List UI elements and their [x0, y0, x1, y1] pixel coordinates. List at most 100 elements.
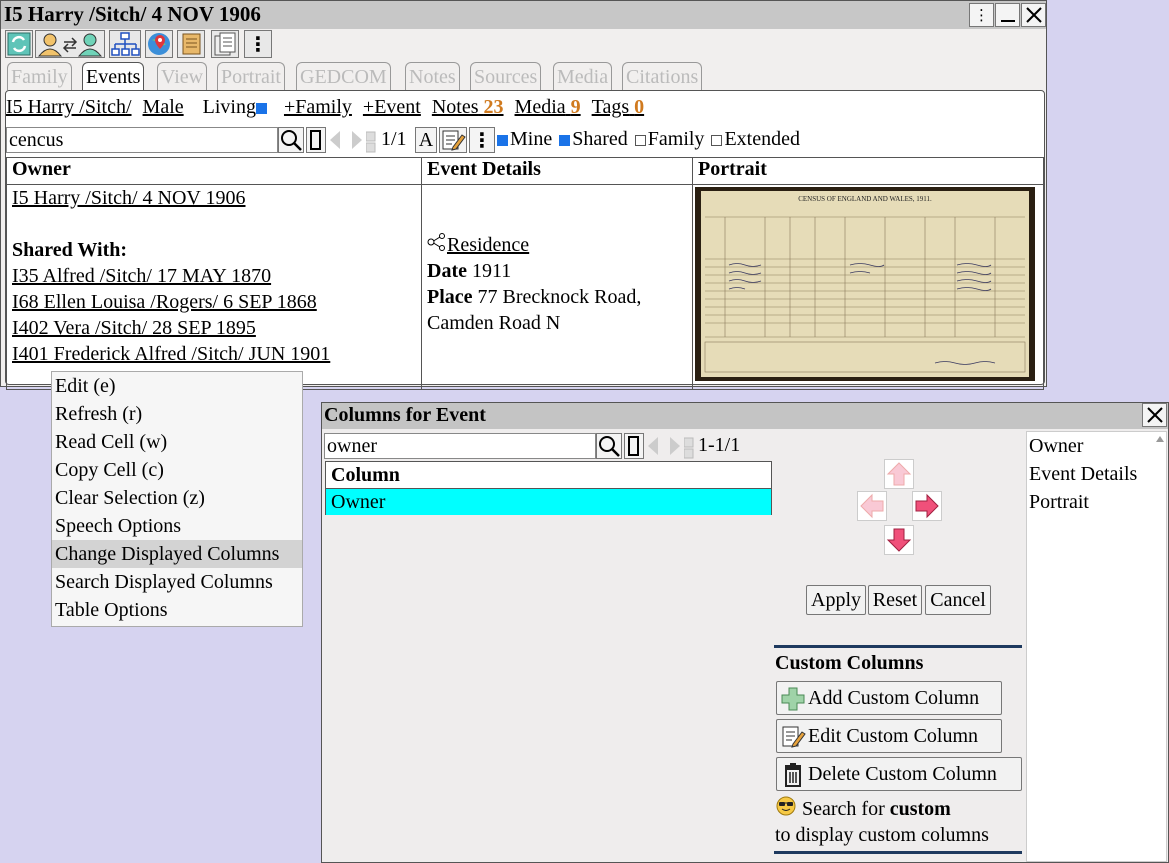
notes-link[interactable]: Notes 23 — [432, 96, 504, 118]
menu-item-search-displayed-columns[interactable]: Search Displayed Columns — [52, 568, 302, 596]
event-window: I5 Harry /Sitch/ 4 NOV 1906 ⋮ ⋮ Family E… — [0, 0, 1047, 390]
more-tools-button[interactable]: ⋮ — [244, 30, 272, 58]
search-icon — [281, 130, 302, 151]
tree-tool-button[interactable] — [109, 30, 141, 58]
tab-family[interactable]: Family — [7, 62, 72, 90]
column-list-header: Column — [326, 462, 771, 489]
arrow-left-icon — [860, 493, 884, 519]
add-family-link[interactable]: +Family — [284, 96, 352, 118]
event-search-input[interactable] — [6, 127, 278, 153]
prev-next-icon[interactable] — [646, 435, 686, 457]
move-down-button[interactable] — [884, 525, 914, 555]
window-menu-button[interactable]: ⋮ — [969, 3, 994, 27]
menu-item-speech-options[interactable]: Speech Options — [52, 512, 302, 540]
shared-person-link[interactable]: I402 Vera /Sitch/ 28 SEP 1895 — [12, 315, 416, 341]
tab-view[interactable]: View — [157, 62, 208, 90]
owner-link[interactable]: I5 Harry /Sitch/ 4 NOV 1906 — [12, 185, 416, 211]
tab-notes[interactable]: Notes — [405, 62, 460, 90]
owner-cell[interactable]: I5 Harry /Sitch/ 4 NOV 1906 Shared With:… — [6, 184, 422, 390]
add-custom-column-button[interactable]: Add Custom Column — [776, 681, 1002, 715]
tab-events[interactable]: Events — [82, 62, 145, 92]
font-button[interactable]: A — [415, 127, 437, 153]
person-name-link[interactable]: I5 Harry /Sitch/ — [6, 96, 132, 118]
move-up-button[interactable] — [884, 459, 914, 489]
menu-item-edit[interactable]: Edit (e) — [52, 372, 302, 400]
custom-columns-title: Custom Columns — [775, 652, 924, 674]
close-button[interactable] — [1021, 3, 1046, 27]
living-checkbox[interactable] — [255, 103, 267, 114]
plus-icon — [781, 687, 805, 711]
edit-custom-column-button[interactable]: Edit Custom Column — [776, 719, 1002, 753]
column-clear-button[interactable] — [624, 433, 644, 459]
reset-button[interactable]: Reset — [868, 585, 922, 615]
family-checkbox[interactable] — [634, 135, 646, 146]
menu-item-copy-cell[interactable]: Copy Cell (c) — [52, 456, 302, 484]
dialog-titlebar[interactable]: Columns for Event — [322, 403, 1168, 429]
portrait-column-header[interactable]: Portrait — [692, 157, 1044, 185]
search-options-button[interactable]: ⋮ — [469, 127, 495, 153]
list-item[interactable]: Owner — [326, 489, 771, 515]
census-caption: CENSUS OF ENGLAND AND WALES, 1911. — [798, 195, 932, 203]
menu-item-table-options[interactable]: Table Options — [52, 596, 302, 624]
tab-portrait[interactable]: Portrait — [217, 62, 285, 90]
tab-media[interactable]: Media — [553, 62, 613, 90]
tags-link[interactable]: Tags 0 — [592, 96, 644, 118]
sources-tool-button[interactable] — [177, 30, 205, 58]
search-icon — [599, 436, 620, 457]
dialog-close-button[interactable] — [1142, 403, 1167, 427]
tab-citations[interactable]: Citations — [622, 62, 703, 90]
refresh-tool-button[interactable] — [5, 30, 33, 58]
gender-link[interactable]: Male — [143, 96, 184, 118]
event-details-cell[interactable]: Residence Date 1911 Place 77 Brecknock R… — [421, 184, 693, 390]
notes-tool-button[interactable] — [211, 30, 239, 58]
list-item[interactable]: Event Details — [1029, 460, 1166, 488]
mine-checkbox[interactable] — [497, 135, 508, 146]
shared-person-link[interactable]: I401 Frederick Alfred /Sitch/ JUN 1901 — [12, 341, 416, 367]
move-right-button[interactable] — [912, 491, 942, 521]
cancel-button[interactable]: Cancel — [925, 585, 991, 615]
menu-item-read-cell[interactable]: Read Cell (w) — [52, 428, 302, 456]
table-row[interactable]: I5 Harry /Sitch/ 4 NOV 1906 Shared With:… — [6, 184, 1044, 390]
list-item[interactable]: Owner — [1029, 432, 1166, 460]
page-stepper[interactable] — [365, 131, 376, 153]
relationship-tool-button[interactable] — [35, 30, 105, 58]
move-left-button[interactable] — [857, 491, 887, 521]
edit-note-icon — [442, 130, 466, 151]
shared-checkbox[interactable] — [559, 135, 571, 146]
mine-label: Mine — [510, 128, 553, 150]
apply-button[interactable]: Apply — [806, 585, 866, 615]
minimize-button[interactable] — [995, 3, 1020, 27]
window-titlebar[interactable]: I5 Harry /Sitch/ 4 NOV 1906 ⋮ — [1, 1, 1046, 29]
add-event-link[interactable]: +Event — [363, 96, 421, 118]
arrow-down-icon — [886, 528, 912, 552]
shared-person-link[interactable]: I35 Alfred /Sitch/ 17 MAY 1870 — [12, 263, 416, 289]
menu-item-refresh[interactable]: Refresh (r) — [52, 400, 302, 428]
extended-label: Extended — [724, 128, 800, 150]
scroll-up-icon[interactable] — [1155, 434, 1165, 444]
divider-bottom — [774, 851, 1022, 854]
map-tool-button[interactable] — [145, 30, 173, 58]
list-item[interactable]: Portrait — [1029, 488, 1166, 516]
census-document-image[interactable]: CENSUS OF ENGLAND AND WALES, 1911. — [695, 187, 1035, 381]
delete-custom-column-button[interactable]: Delete Custom Column — [776, 757, 1022, 791]
clear-search-button[interactable] — [306, 127, 326, 153]
menu-item-clear-selection[interactable]: Clear Selection (z) — [52, 484, 302, 512]
shared-with-label: Shared With: — [12, 239, 128, 261]
tab-gedcom[interactable]: GEDCOM — [296, 62, 391, 90]
owner-column-header[interactable]: Owner — [6, 157, 422, 185]
event-type-link[interactable]: Residence — [447, 234, 529, 256]
column-search-button[interactable] — [596, 433, 622, 459]
prev-next-icon[interactable] — [328, 129, 368, 151]
edit-custom-column-label: Edit Custom Column — [808, 725, 979, 747]
tab-sources[interactable]: Sources — [470, 62, 542, 90]
shared-person-link[interactable]: I68 Ellen Louisa /Rogers/ 6 SEP 1868 — [12, 289, 416, 315]
column-search-input[interactable] — [324, 433, 596, 459]
edit-button[interactable] — [439, 127, 467, 153]
event-details-column-header[interactable]: Event Details — [421, 157, 693, 185]
page-stepper[interactable] — [683, 437, 694, 459]
portrait-cell[interactable]: CENSUS OF ENGLAND AND WALES, 1911. — [692, 184, 1044, 390]
search-button[interactable] — [278, 127, 304, 153]
menu-item-change-displayed-columns[interactable]: Change Displayed Columns — [52, 540, 302, 568]
media-link[interactable]: Media 9 — [515, 96, 581, 118]
extended-checkbox[interactable] — [711, 135, 723, 146]
